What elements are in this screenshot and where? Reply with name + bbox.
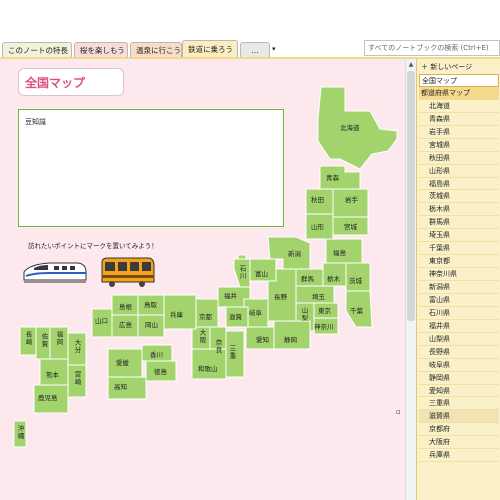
label-nagano: 長野: [274, 293, 287, 301]
label-yamaguchi: 山口: [95, 317, 108, 325]
page-list-item[interactable]: 富山県: [419, 294, 499, 307]
label-kagoshima: 鹿児島: [38, 394, 58, 402]
page-list-item[interactable]: 宮城県: [419, 139, 499, 152]
label-gunma: 群馬: [301, 275, 314, 283]
label-tokushima: 徳島: [154, 368, 167, 376]
tab-sakura[interactable]: 桜を楽しもう: [74, 42, 128, 58]
label-oita: 大分: [73, 339, 81, 354]
label-wakayama: 和歌山: [198, 365, 218, 373]
section-tab-bar: このノートの特長 桜を楽しもう 温泉に行こう 鉄道に乗ろう ... ▾ すべての…: [0, 0, 500, 59]
page-list-item[interactable]: 北海道: [419, 100, 499, 113]
label-saitama: 埼玉: [312, 293, 325, 301]
label-kumamoto: 熊本: [46, 371, 59, 379]
pref-shizuoka[interactable]: [273, 320, 311, 350]
label-okinawa: 沖縄: [16, 425, 24, 440]
label-fukui: 福井: [224, 292, 237, 300]
tab-menu-button[interactable]: ▾: [272, 42, 280, 58]
label-niigata: 新潟: [288, 250, 301, 258]
page-list-item[interactable]: 栃木県: [419, 203, 499, 217]
page-list-item[interactable]: 山形県: [419, 165, 499, 178]
page-list-item[interactable]: 石川県: [419, 307, 499, 320]
page-list-item[interactable]: 埼玉県: [419, 229, 499, 243]
label-saga: 佐賀: [40, 333, 48, 348]
label-ibaraki: 茨城: [349, 277, 362, 285]
label-shiga: 滋賀: [229, 313, 242, 321]
page-list-item[interactable]: 茨城県: [419, 190, 499, 204]
label-fukushima: 福島: [333, 249, 346, 257]
page-list-item[interactable]: 岐阜県: [419, 359, 499, 372]
page-list-item[interactable]: 全国マップ: [419, 74, 499, 87]
label-kochi: 高知: [114, 383, 127, 391]
page-list-item[interactable]: 三重県: [419, 397, 499, 411]
label-kanagawa: 神奈川: [314, 323, 334, 331]
page-list-item[interactable]: 兵庫県: [419, 449, 499, 463]
label-toyama: 富山: [255, 270, 268, 278]
label-aichi: 愛知: [256, 336, 269, 344]
label-chiba: 千葉: [350, 307, 363, 315]
label-mie: 三重: [228, 345, 236, 360]
page-list-item[interactable]: 千葉県: [419, 242, 499, 256]
label-nagasaki: 長崎: [24, 331, 32, 346]
new-page-button[interactable]: ＋ 新しいページ: [419, 61, 499, 73]
label-tokyo: 東京: [318, 307, 331, 315]
page-list-item[interactable]: 大阪府: [419, 436, 499, 450]
label-hyogo: 兵庫: [170, 311, 183, 319]
label-fukuoka: 福岡: [55, 331, 63, 346]
page-chip-icon[interactable]: ▫: [396, 408, 405, 418]
page-list-item[interactable]: 都道府県マップ: [419, 86, 499, 100]
page-list-item[interactable]: 京都府: [419, 423, 499, 437]
page-list-item[interactable]: 山梨県: [419, 333, 499, 346]
label-miyazaki: 宮崎: [73, 371, 81, 386]
new-page-label: 新しいページ: [430, 63, 473, 71]
label-kyoto: 京都: [199, 313, 212, 321]
label-akita: 秋田: [311, 196, 324, 204]
page-list-item[interactable]: 静岡県: [419, 372, 499, 385]
tab-features[interactable]: このノートの特長: [2, 42, 72, 58]
train-icon[interactable]: [98, 256, 156, 288]
label-shizuoka: 静岡: [284, 336, 297, 344]
page-list-item[interactable]: 新潟県: [419, 281, 499, 294]
scroll-up-icon[interactable]: ▲: [406, 61, 416, 69]
page-list-item[interactable]: 群馬県: [419, 216, 499, 230]
label-tottori: 鳥取: [144, 301, 157, 309]
page-list-item[interactable]: 愛知県: [419, 385, 499, 398]
shinkansen-icon[interactable]: [20, 258, 88, 286]
search-input[interactable]: すべてのノートブックの検索 (Ctrl+E): [364, 40, 500, 56]
label-yamanashi: 山梨: [300, 307, 308, 322]
tab-onsen[interactable]: 温泉に行こう: [130, 42, 182, 58]
page-list-item[interactable]: 岩手県: [419, 126, 499, 139]
page-list-item[interactable]: 福島県: [419, 178, 499, 191]
page-canvas[interactable]: 全国マップ 豆知識 訪れたいポイントにマークを置いてみよう！ 北海道 青森 秋田…: [0, 59, 405, 500]
page-list-item[interactable]: 秋田県: [419, 152, 499, 165]
tab-railway[interactable]: 鉄道に乗ろう: [182, 40, 238, 58]
tab-overflow-button[interactable]: ...: [240, 42, 270, 58]
label-ishikawa: 石川: [238, 265, 246, 280]
label-shimane: 島根: [119, 303, 132, 311]
new-page-icon: ＋: [421, 63, 428, 71]
label-aomori: 青森: [326, 174, 339, 182]
page-list-item[interactable]: 神奈川県: [419, 268, 499, 281]
label-nara: 奈良: [214, 339, 222, 354]
label-hokkaido: 北海道: [340, 124, 360, 132]
label-tochigi: 栃木: [327, 275, 340, 283]
page-scrollbar[interactable]: ▲: [405, 59, 416, 500]
page-list-item[interactable]: 滋賀県: [419, 410, 499, 424]
label-iwate: 岩手: [345, 196, 358, 204]
page-list: 全国マップ 都道府県マップ 北海道 青森県 岩手県 宮城県 秋田県 山形県 福島県 茨城県 栃木県群…: [419, 74, 499, 463]
page-list-item[interactable]: 東京都: [419, 255, 499, 269]
label-okayama: 岡山: [145, 321, 158, 329]
label-osaka: 大阪: [198, 329, 206, 344]
pref-ishikawa-tip: [237, 254, 247, 260]
label-kagawa: 香川: [150, 351, 163, 359]
label-yamagata: 山形: [311, 223, 324, 231]
page-list-item[interactable]: 青森県: [419, 113, 499, 126]
scroll-thumb[interactable]: [407, 71, 415, 321]
label-miyagi: 宮城: [344, 223, 357, 231]
page-list-item[interactable]: 長野県: [419, 346, 499, 359]
label-hiroshima: 広島: [119, 321, 132, 329]
label-ehime: 愛媛: [116, 359, 129, 367]
label-gifu: 岐阜: [249, 309, 262, 317]
page-list-item[interactable]: 福井県: [419, 320, 499, 333]
page-list-pane: ＋ 新しいページ 全国マップ 都道府県マップ 北海道 青森県 岩手県 宮城県 秋田県 山形県福…: [416, 59, 500, 500]
